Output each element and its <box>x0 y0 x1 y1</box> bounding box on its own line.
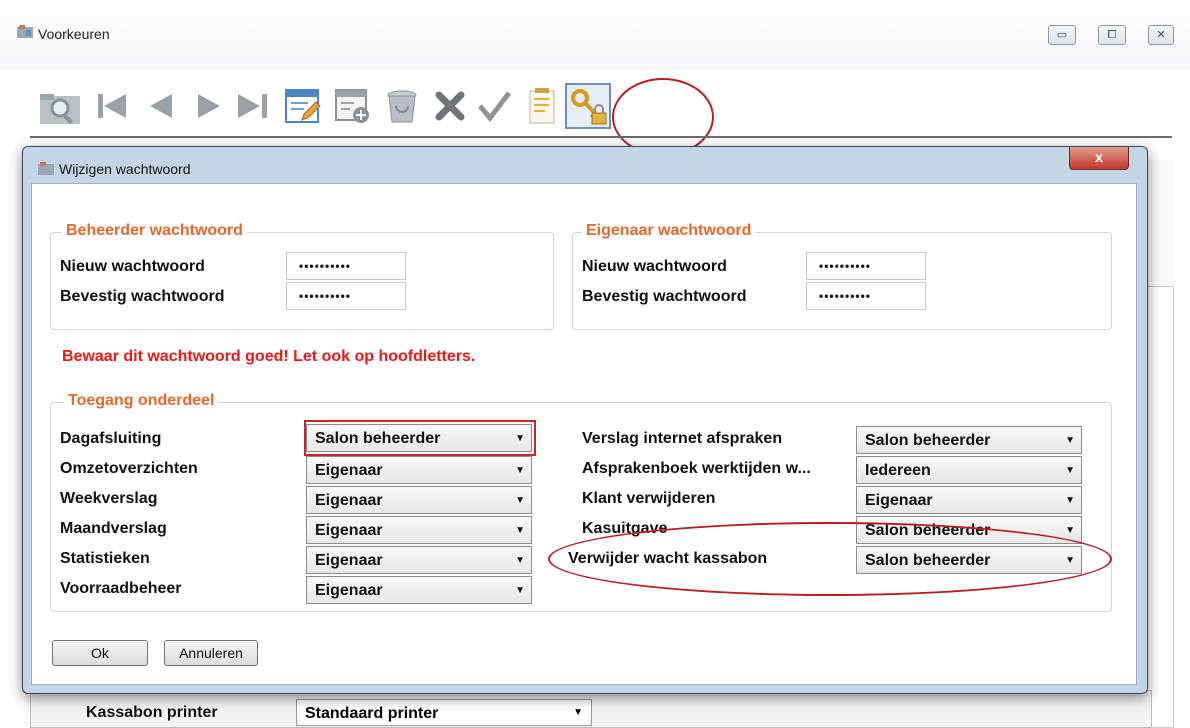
dropdown-arrow-icon: ▼ <box>515 525 525 536</box>
edit-icon <box>285 89 321 123</box>
select-value: Iedereen <box>865 462 931 479</box>
dropdown-arrow-icon: ▼ <box>1065 495 1075 506</box>
select-value: Eigenaar <box>315 522 383 539</box>
app-icon <box>17 25 33 38</box>
admin-confirm-password-label: Bevestig wachtwoord <box>60 288 225 305</box>
next-record-button[interactable] <box>188 76 228 136</box>
dropdown-arrow-icon: ▼ <box>573 707 583 718</box>
close-window-button[interactable]: ✕ <box>1148 25 1174 45</box>
notes-icon <box>529 88 555 124</box>
dropdown-arrow-icon: ▼ <box>1065 435 1075 446</box>
admin-password-group <box>50 232 554 330</box>
change-password-button[interactable] <box>560 76 616 136</box>
toolbar-separator <box>30 136 1172 138</box>
first-record-icon <box>98 94 126 118</box>
owner-new-password-field[interactable]: •••••••••• <box>806 252 926 280</box>
dialog-close-button[interactable]: x <box>1069 147 1129 170</box>
access-label-omzetoverzichten: Omzetoverzichten <box>60 460 198 477</box>
access-select-klant-verwijderen[interactable]: Eigenaar ▼ <box>856 486 1082 514</box>
owner-password-group <box>572 232 1112 330</box>
owner-confirm-password-field[interactable]: •••••••••• <box>806 282 926 310</box>
dropdown-arrow-icon: ▼ <box>1065 465 1075 476</box>
access-label-klant-verwijderen: Klant verwijderen <box>582 490 716 507</box>
change-password-dialog: Wijzigen wachtwoord x Beheerder wachtwoo… <box>22 146 1148 694</box>
admin-group-title: Beheerder wachtwoord <box>62 222 247 240</box>
dialog-title: Wijzigen wachtwoord <box>59 161 191 177</box>
kassabon-printer-select[interactable]: Standaard printer ▼ <box>296 699 592 726</box>
dialog-body: Beheerder wachtwoord Nieuw wachtwoord ••… <box>31 183 1137 685</box>
access-label-afsprakenboek-werktijden: Afsprakenboek werktijden w... <box>582 460 811 477</box>
access-label-maandverslag: Maandverslag <box>60 520 167 537</box>
kassabon-printer-value: Standaard printer <box>305 705 439 722</box>
delete-record-button[interactable] <box>380 76 424 136</box>
admin-new-password-field[interactable]: •••••••••• <box>286 252 406 280</box>
confirm-icon <box>478 91 511 123</box>
select-value: Eigenaar <box>315 582 383 599</box>
dropdown-arrow-icon: ▼ <box>515 585 525 596</box>
edit-record-button[interactable] <box>280 76 324 136</box>
next-record-icon <box>198 94 220 118</box>
notes-button[interactable] <box>522 76 562 136</box>
access-select-afsprakenboek-werktijden[interactable]: Iedereen ▼ <box>856 456 1082 484</box>
admin-new-password-label: Nieuw wachtwoord <box>60 258 205 275</box>
dropdown-arrow-icon: ▼ <box>515 555 525 566</box>
warning-text: Bewaar dit wachtwoord goed! Let ook op h… <box>62 348 476 365</box>
access-label-verslag-internet-afspraken: Verslag internet afspraken <box>582 430 783 447</box>
owner-group-title: Eigenaar wachtwoord <box>582 222 756 240</box>
owner-new-password-label: Nieuw wachtwoord <box>582 258 727 275</box>
annotation-rectangle <box>304 420 536 456</box>
dialog-app-icon <box>38 162 54 175</box>
dropdown-arrow-icon: ▼ <box>515 495 525 506</box>
ok-button[interactable]: Ok <box>52 640 148 666</box>
minimize-button[interactable]: ▭ <box>1048 25 1076 45</box>
previous-record-button[interactable] <box>142 76 182 136</box>
keys-lock-icon <box>565 83 611 129</box>
admin-confirm-password-field[interactable]: •••••••••• <box>286 282 406 310</box>
first-record-button[interactable] <box>92 76 132 136</box>
maximize-button[interactable]: ⧠ <box>1098 25 1126 45</box>
access-label-statistieken: Statistieken <box>60 550 150 567</box>
access-select-statistieken[interactable]: Eigenaar ▼ <box>306 546 532 574</box>
access-label-weekverslag: Weekverslag <box>60 490 158 507</box>
select-value: Eigenaar <box>315 552 383 569</box>
main-window-title: Voorkeuren <box>38 26 110 42</box>
new-record-icon <box>335 89 369 123</box>
last-record-button[interactable] <box>232 76 276 136</box>
delete-icon <box>387 90 417 123</box>
dropdown-arrow-icon: ▼ <box>515 465 525 476</box>
access-select-omzetoverzichten[interactable]: Eigenaar ▼ <box>306 456 532 484</box>
access-select-verslag-internet-afspraken[interactable]: Salon beheerder ▼ <box>856 426 1082 454</box>
confirm-button[interactable] <box>474 76 514 136</box>
main-window: Voorkeuren ▭ ⧠ ✕ Kassabon printer Standa… <box>0 0 1190 728</box>
search-button[interactable] <box>36 76 84 136</box>
annotation-oval <box>548 522 1112 596</box>
access-select-weekverslag[interactable]: Eigenaar ▼ <box>306 486 532 514</box>
annotation-circle <box>612 78 714 156</box>
access-label-voorraadbeheer: Voorraadbeheer <box>60 580 182 597</box>
select-value: Eigenaar <box>865 492 933 509</box>
owner-confirm-password-label: Bevestig wachtwoord <box>582 288 747 305</box>
main-title-bar: Voorkeuren ▭ ⧠ ✕ <box>0 0 1190 70</box>
select-value: Eigenaar <box>315 492 383 509</box>
kassabon-printer-label: Kassabon printer <box>86 704 218 721</box>
access-select-voorraadbeheer[interactable]: Eigenaar ▼ <box>306 576 532 604</box>
previous-record-icon <box>150 94 172 118</box>
new-record-button[interactable] <box>330 76 374 136</box>
dropdown-arrow-icon: ▼ <box>1065 525 1075 536</box>
last-record-icon <box>238 94 267 118</box>
access-label-dagafsluiting: Dagafsluiting <box>60 430 162 447</box>
cancel-icon <box>435 91 465 121</box>
cancel-dialog-button[interactable]: Annuleren <box>164 640 258 666</box>
select-value: Eigenaar <box>315 462 383 479</box>
select-value: Salon beheerder <box>865 432 991 449</box>
access-select-maandverslag[interactable]: Eigenaar ▼ <box>306 516 532 544</box>
search-icon <box>40 94 80 124</box>
access-group-title: Toegang onderdeel <box>64 392 219 410</box>
cancel-button[interactable] <box>430 76 470 136</box>
